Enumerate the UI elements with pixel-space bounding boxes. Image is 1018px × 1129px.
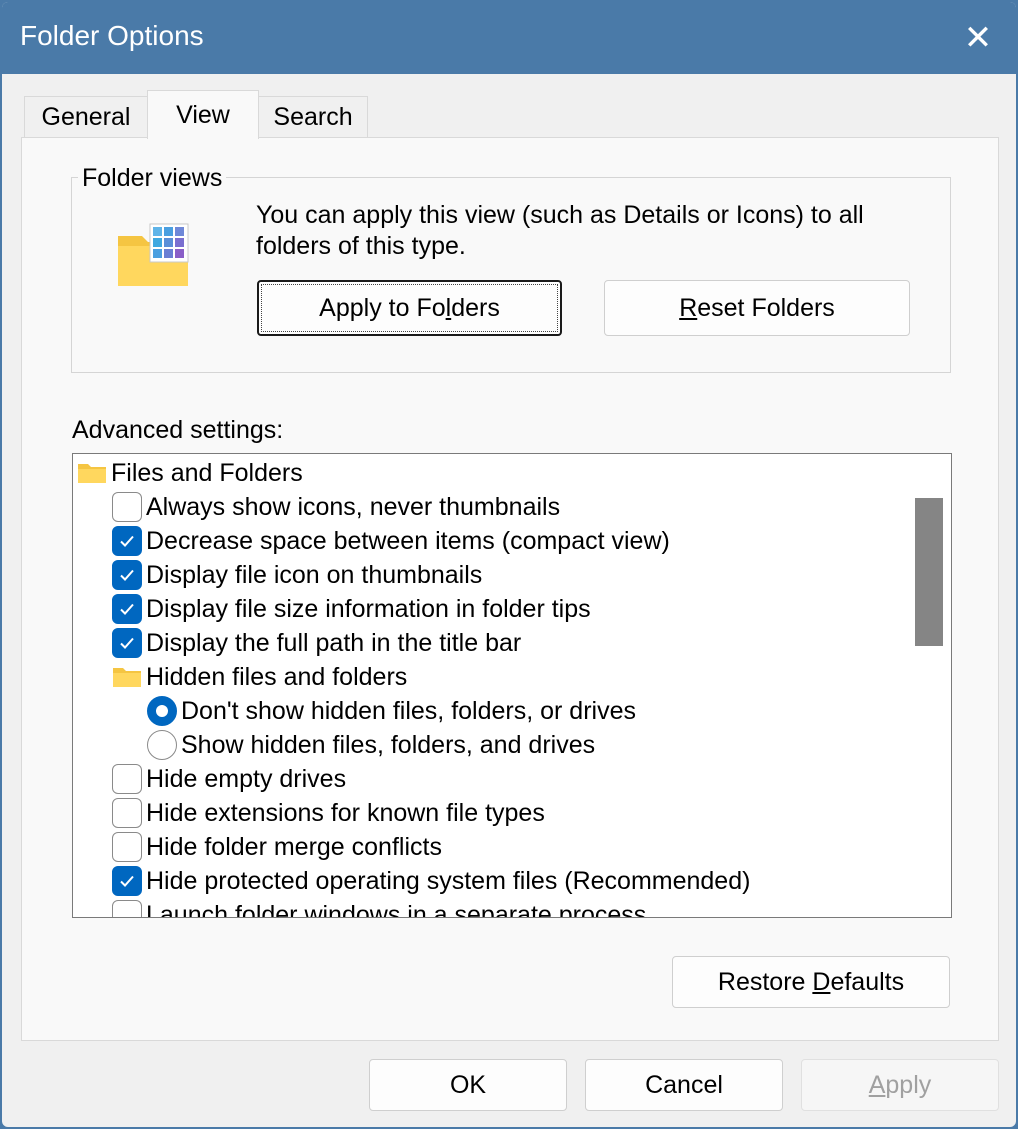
checkbox[interactable] xyxy=(112,560,142,590)
setting-checkbox-row[interactable]: Hide extensions for known file types xyxy=(112,796,545,830)
folder-views-label: Folder views xyxy=(78,164,227,193)
setting-checkbox-row[interactable]: Hide folder merge conflicts xyxy=(112,830,442,864)
setting-checkbox-row[interactable]: Hide empty drives xyxy=(112,762,346,796)
restore-defaults-label: Restore Defaults xyxy=(717,967,905,996)
apply-to-folders-label: Apply to Folders xyxy=(319,293,500,322)
apply-button[interactable]: Apply xyxy=(801,1059,999,1111)
setting-checkbox-row[interactable]: Display file icon on thumbnails xyxy=(112,558,482,592)
setting-label: Display file icon on thumbnails xyxy=(146,560,483,589)
setting-label: Hidden files and folders xyxy=(146,662,408,691)
setting-radio-row[interactable]: Don't show hidden files, folders, or dri… xyxy=(147,694,636,728)
tab-view[interactable]: View xyxy=(147,90,259,139)
checkbox[interactable] xyxy=(112,900,142,917)
folder-views-description: You can apply this view (such as Details… xyxy=(256,201,864,260)
cancel-button[interactable]: Cancel xyxy=(585,1059,783,1111)
checkbox[interactable] xyxy=(112,594,142,624)
setting-label: Launch folder windows in a separate proc… xyxy=(146,900,647,918)
checkbox[interactable] xyxy=(112,866,142,896)
setting-label: Always show icons, never thumbnails xyxy=(146,492,561,521)
tab-general[interactable]: General xyxy=(24,96,148,138)
advanced-settings-label: Advanced settings: xyxy=(72,416,284,444)
vertical-scrollbar[interactable] xyxy=(909,454,951,917)
close-button[interactable]: ✕ xyxy=(940,2,1016,74)
ok-button[interactable]: OK xyxy=(369,1059,567,1111)
checkbox[interactable] xyxy=(112,526,142,556)
folder-icon xyxy=(112,666,142,688)
close-icon: ✕ xyxy=(963,19,993,57)
scrollbar-thumb[interactable] xyxy=(915,498,943,646)
setting-label: Hide extensions for known file types xyxy=(146,798,545,827)
setting-checkbox-row[interactable]: Decrease space between items (compact vi… xyxy=(112,524,670,558)
advanced-settings-tree[interactable]: Launch folder windows in a separate proc… xyxy=(72,453,952,918)
tree-group-row: Files and Folders xyxy=(77,456,303,490)
window-title: Folder Options xyxy=(20,20,204,51)
setting-label: Hide folder merge conflicts xyxy=(146,832,442,861)
setting-label: Files and Folders xyxy=(111,458,303,487)
setting-radio-row[interactable]: Show hidden files, folders, and drives xyxy=(147,728,595,762)
restore-defaults-button[interactable]: Restore Defaults xyxy=(672,956,950,1008)
title-bar[interactable]: Folder Options ✕ xyxy=(2,2,1016,74)
setting-label: Hide empty drives xyxy=(146,764,347,793)
tree-group-row: Hidden files and folders xyxy=(112,660,407,694)
setting-checkbox-row[interactable]: Always show icons, never thumbnails xyxy=(112,490,560,524)
folder-icon xyxy=(77,462,107,484)
setting-label: Don't show hidden files, folders, or dri… xyxy=(181,696,636,725)
folder-view-icon xyxy=(116,222,192,295)
checkbox[interactable] xyxy=(112,628,142,658)
reset-folders-button[interactable]: Reset Folders xyxy=(604,280,910,336)
folder-options-dialog: Folder Options ✕ General View Search Fol… xyxy=(0,0,1018,1129)
radio-button[interactable] xyxy=(147,730,177,760)
setting-label: Display file size information in folder … xyxy=(146,594,591,623)
setting-label: Decrease space between items (compact vi… xyxy=(146,526,670,555)
reset-folders-label: Reset Folders xyxy=(679,293,835,322)
setting-checkbox-row[interactable]: Hide protected operating system files (R… xyxy=(112,864,750,898)
setting-label: Hide protected operating system files (R… xyxy=(146,866,751,895)
setting-checkbox-row[interactable]: Launch folder windows in a separate proc… xyxy=(112,898,647,918)
setting-label: Display the full path in the title bar xyxy=(146,628,522,657)
apply-to-folders-button[interactable]: Apply to Folders xyxy=(257,280,562,336)
apply-label: Apply xyxy=(868,1070,932,1099)
folder-views-group: Folder views You can apply this view (su… xyxy=(71,164,951,373)
setting-label: Show hidden files, folders, and drives xyxy=(181,730,596,759)
checkbox[interactable] xyxy=(112,492,142,522)
checkbox[interactable] xyxy=(112,832,142,862)
setting-checkbox-row[interactable]: Display file size information in folder … xyxy=(112,592,591,626)
checkbox[interactable] xyxy=(112,798,142,828)
checkbox[interactable] xyxy=(112,764,142,794)
setting-checkbox-row[interactable]: Display the full path in the title bar xyxy=(112,626,521,660)
tab-search[interactable]: Search xyxy=(258,96,368,138)
view-tab-panel: Folder views You can apply this view (su… xyxy=(21,137,999,1041)
radio-button[interactable] xyxy=(147,696,177,726)
